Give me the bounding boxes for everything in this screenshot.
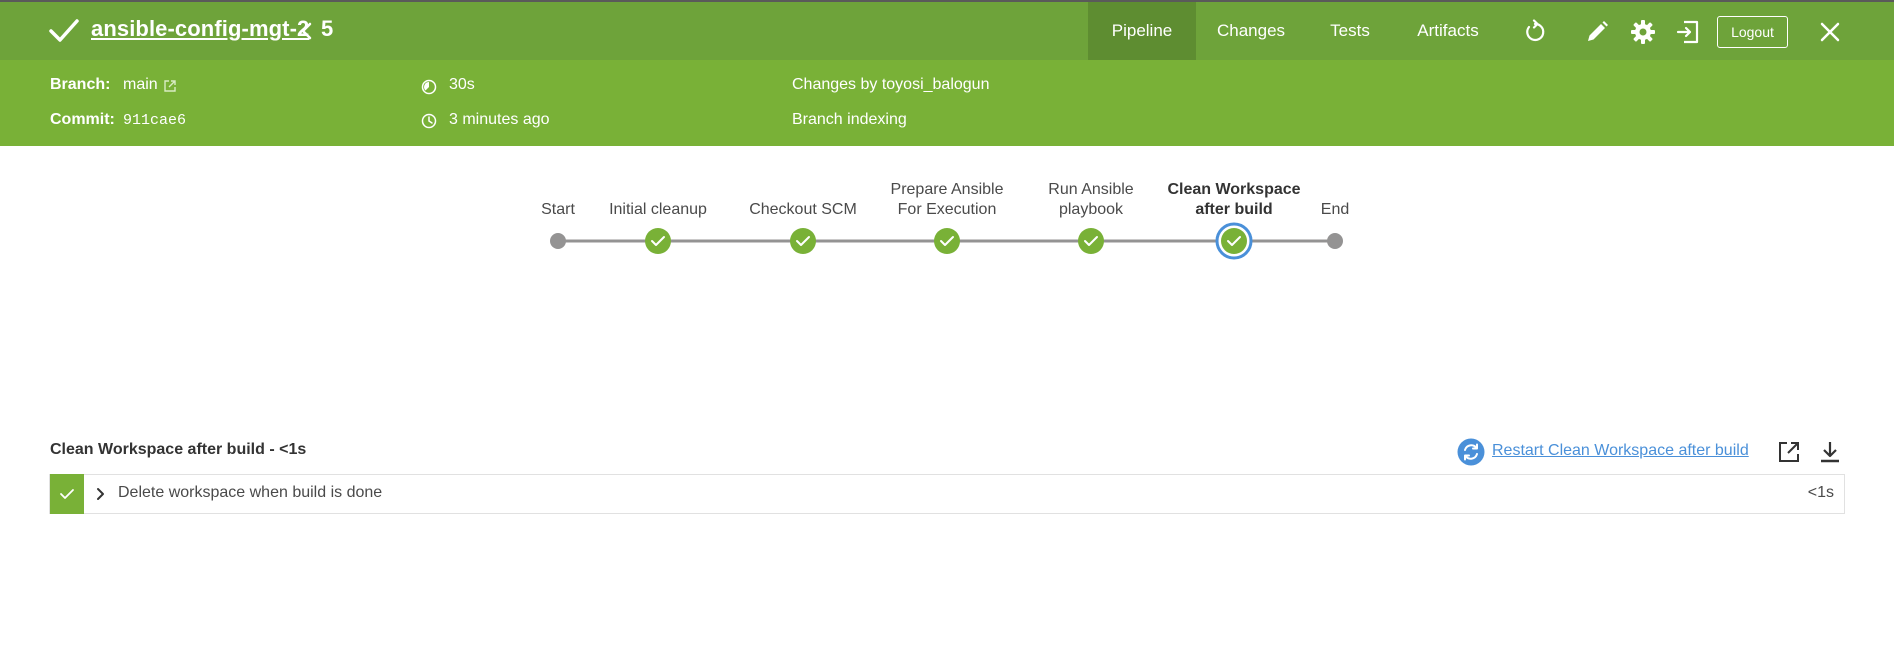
stage-label-line: For Execution bbox=[897, 201, 997, 218]
started-time: 3 minutes ago bbox=[449, 111, 550, 128]
step-duration: <1s bbox=[1807, 484, 1834, 501]
commit-value: 911cae6 bbox=[123, 112, 187, 129]
run-number: 5 bbox=[321, 16, 334, 41]
duration: 30s bbox=[449, 76, 475, 93]
tab-label: Pipeline bbox=[1111, 21, 1173, 40]
replay-icon[interactable] bbox=[1522, 19, 1548, 45]
pipeline-stage-node[interactable] bbox=[645, 228, 671, 254]
download-icon[interactable] bbox=[1818, 440, 1842, 464]
pipeline-stage-node[interactable] bbox=[790, 228, 816, 254]
tab-pipeline[interactable]: Pipeline bbox=[1088, 2, 1196, 60]
stage-label-line: after build bbox=[1195, 201, 1273, 218]
clock-icon bbox=[421, 113, 437, 129]
tab-artifacts[interactable]: Artifacts bbox=[1394, 2, 1502, 60]
pipeline-stage-node[interactable] bbox=[1215, 222, 1253, 260]
changes-by: Changes by toyosi_balogun bbox=[792, 76, 990, 93]
chevron-right-icon[interactable] bbox=[94, 487, 108, 501]
pipeline-stage-node[interactable] bbox=[1078, 228, 1104, 254]
branch-label: Branch: bbox=[50, 76, 111, 93]
pipeline-graph: Start Initial cleanup Checkout SCM Prepare … bbox=[0, 146, 1894, 266]
tab-tests[interactable]: Tests bbox=[1306, 2, 1394, 60]
close-icon[interactable] bbox=[1817, 19, 1843, 45]
stage-label[interactable]: Prepare Ansible For Execution bbox=[891, 180, 1004, 220]
restart-stage-link[interactable]: Restart Clean Workspace after build bbox=[1492, 442, 1749, 460]
stage-label-line: Run Ansible bbox=[1048, 181, 1134, 198]
chevron-left-icon[interactable] bbox=[300, 21, 314, 41]
success-check-icon bbox=[60, 489, 74, 499]
stage-label-line: Checkout SCM bbox=[749, 201, 857, 218]
pipeline-stage-node[interactable] bbox=[934, 228, 960, 254]
edit-icon[interactable] bbox=[1584, 19, 1610, 45]
step-status bbox=[50, 474, 84, 514]
external-link-icon[interactable] bbox=[163, 79, 177, 93]
pipeline-stage-node bbox=[1327, 233, 1343, 249]
exit-icon[interactable] bbox=[1675, 19, 1701, 45]
stage-label-line: Clean Workspace bbox=[1167, 181, 1301, 198]
open-log-icon[interactable] bbox=[1777, 440, 1801, 464]
stage-label-line: playbook bbox=[1058, 201, 1124, 218]
branch-value[interactable]: main bbox=[123, 76, 158, 94]
gear-icon[interactable] bbox=[1630, 19, 1656, 45]
stage-label-line: End bbox=[1320, 201, 1350, 218]
stage-label[interactable]: Initial cleanup bbox=[609, 200, 707, 220]
run-details-bar: Branch: main Commit: 911cae6 30s 3 minut… bbox=[0, 60, 1894, 146]
logout-button[interactable]: Logout bbox=[1717, 16, 1788, 48]
stage-label-line: Initial cleanup bbox=[609, 201, 707, 218]
stage-label[interactable]: Run Ansible playbook bbox=[1048, 180, 1133, 220]
step-log-title: Clean Workspace after build - <1s bbox=[50, 441, 307, 458]
stage-label-line: Start bbox=[541, 201, 575, 218]
log-step-row[interactable]: Delete workspace when build is done <1s bbox=[49, 474, 1845, 514]
tab-label: Artifacts bbox=[1417, 21, 1479, 40]
stage-label[interactable]: Start bbox=[541, 200, 575, 220]
success-check-icon bbox=[49, 19, 79, 42]
build-cause: Branch indexing bbox=[792, 111, 907, 128]
top-bar: ansible-config-mgt-2 5 Pipeline Changes … bbox=[0, 0, 1894, 60]
stage-label[interactable]: Checkout SCM bbox=[749, 200, 857, 220]
step-label: Delete workspace when build is done bbox=[118, 484, 383, 501]
tab-label: Changes bbox=[1216, 21, 1286, 40]
tab-label: Tests bbox=[1330, 21, 1370, 40]
duration-icon bbox=[421, 79, 437, 95]
stage-label[interactable]: Clean Workspace after build bbox=[1167, 180, 1300, 220]
job-title-link[interactable]: ansible-config-mgt-2 bbox=[91, 16, 309, 42]
stage-label-line: Prepare Ansible bbox=[890, 181, 1004, 198]
stage-label[interactable]: End bbox=[1321, 200, 1349, 220]
tab-changes[interactable]: Changes bbox=[1196, 2, 1306, 60]
restart-stage-icon[interactable] bbox=[1457, 438, 1485, 466]
pipeline-stage-node bbox=[550, 233, 566, 249]
commit-label: Commit: bbox=[50, 111, 115, 128]
